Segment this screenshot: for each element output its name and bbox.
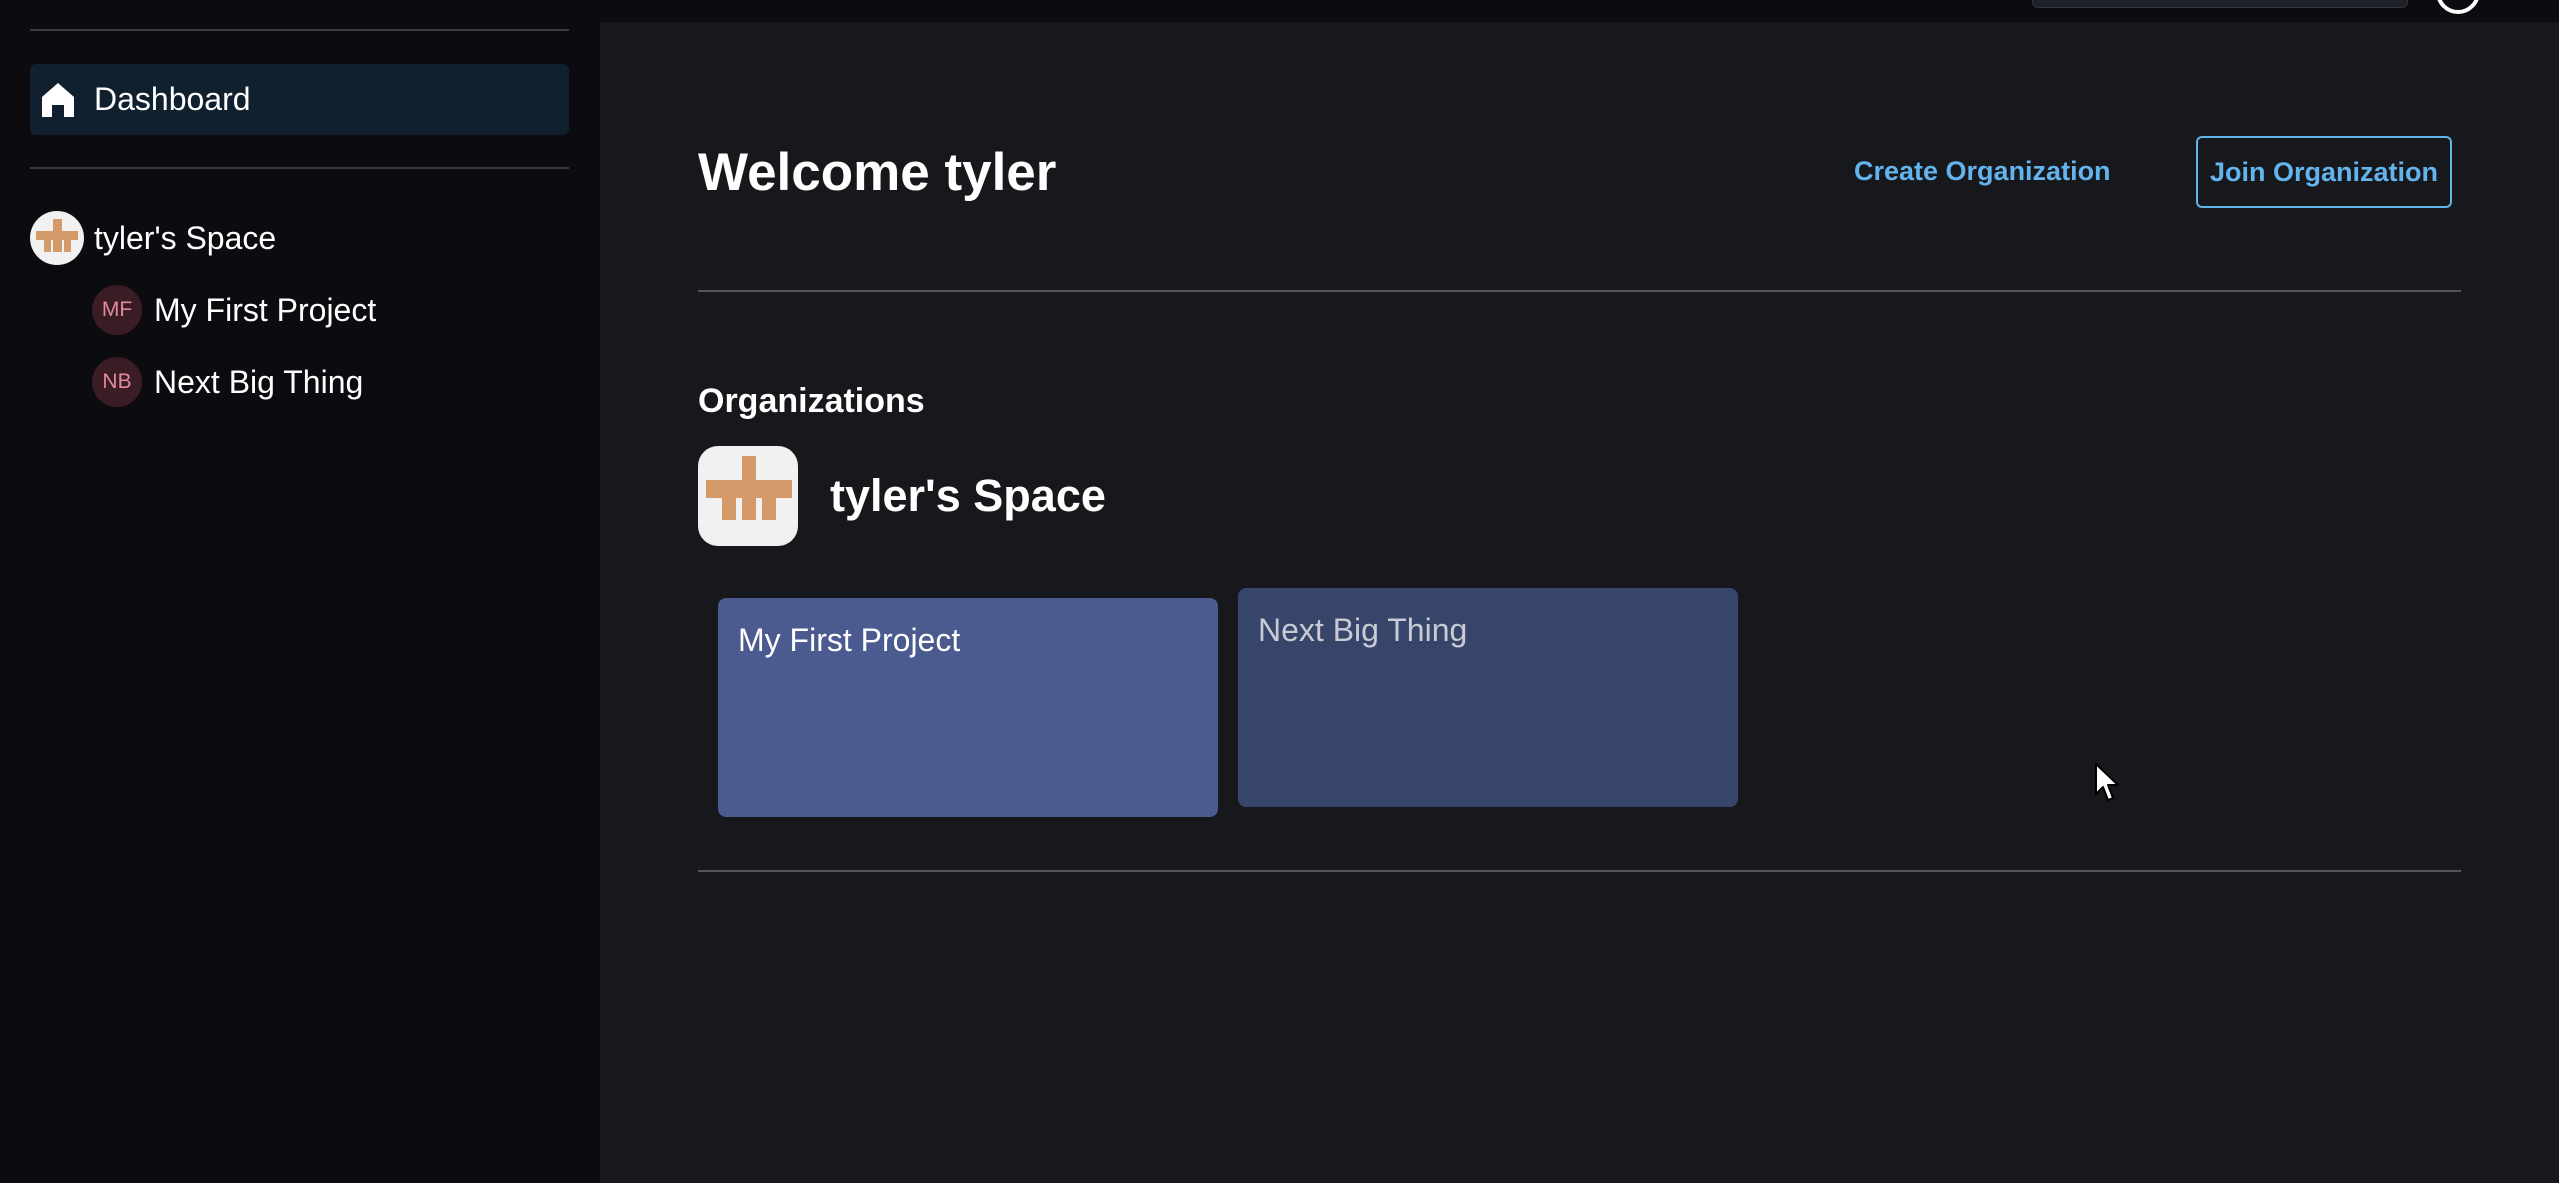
project-card[interactable]: My First Project	[718, 598, 1218, 817]
project-initials-badge: MF	[92, 285, 142, 335]
project-card-title: Next Big Thing	[1258, 612, 1468, 648]
cross-avatar-icon	[706, 456, 792, 520]
divider	[698, 870, 2461, 872]
divider	[698, 290, 2461, 292]
sidebar-item-project[interactable]: MF My First Project	[92, 285, 569, 337]
organization-avatar[interactable]	[698, 446, 798, 546]
organization-header: tyler's Space	[698, 446, 1598, 546]
sidebar: Dashboard tyler's Space MF My First Proj…	[0, 0, 600, 1183]
page-title: Welcome tyler	[698, 143, 1057, 202]
user-avatar[interactable]	[2436, 0, 2480, 14]
top-bar	[600, 0, 2559, 22]
sidebar-item-label: tyler's Space	[94, 220, 277, 256]
main-content: Welcome tyler Create Organization Join O…	[600, 22, 2559, 1183]
organization-name: tyler's Space	[830, 470, 1106, 521]
join-organization-button[interactable]: Join Organization	[2196, 136, 2452, 208]
create-organization-button[interactable]: Create Organization	[1854, 156, 2111, 187]
cross-avatar-icon	[36, 219, 78, 252]
sidebar-item-label: Dashboard	[94, 81, 251, 117]
organizations-heading: Organizations	[698, 382, 925, 420]
mouse-cursor-icon	[2095, 763, 2119, 801]
sidebar-divider	[30, 29, 569, 31]
sidebar-item-project[interactable]: NB Next Big Thing	[92, 357, 569, 409]
space-avatar	[30, 211, 84, 265]
sidebar-item-label: Next Big Thing	[154, 364, 364, 400]
home-icon	[42, 83, 74, 117]
search-input[interactable]	[2032, 0, 2408, 8]
project-initials-badge: NB	[92, 357, 142, 407]
project-card[interactable]: Next Big Thing	[1238, 588, 1738, 807]
sidebar-item-space[interactable]: tyler's Space	[30, 211, 569, 265]
sidebar-divider	[30, 167, 569, 169]
project-card-title: My First Project	[738, 622, 961, 658]
sidebar-item-label: My First Project	[154, 292, 377, 328]
sidebar-item-dashboard[interactable]: Dashboard	[30, 64, 569, 135]
